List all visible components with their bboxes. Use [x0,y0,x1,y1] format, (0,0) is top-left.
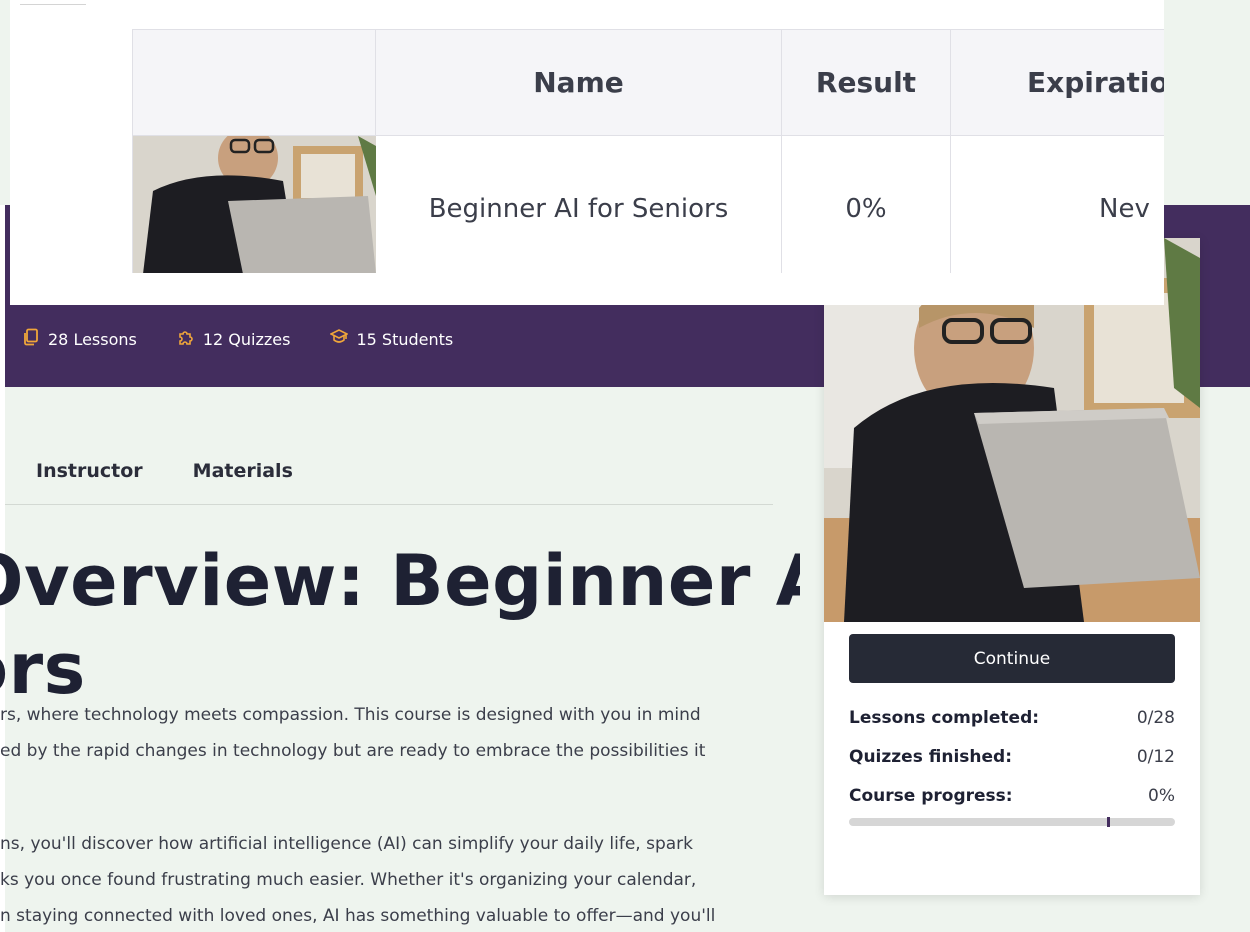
row-result: 0% [781,135,951,273]
overview-title-line-1: Overview: Beginner AI [0,540,800,622]
tab-materials[interactable]: Materials [193,460,293,482]
tabs-divider [5,504,773,505]
graduation-cap-icon [329,328,350,350]
overview-paragraph-1: rs, where technology meets compassion. T… [0,697,790,769]
paragraph-line: ns, you'll discover how artificial intel… [0,834,693,854]
course-thumbnail [132,128,376,273]
quizzes-finished-value: 0/12 [1136,747,1175,767]
lessons-completed-label: Lessons completed: [849,708,1040,728]
progress-marker [1107,817,1110,827]
continue-button[interactable]: Continue [849,634,1175,683]
course-progress-label: Course progress: [849,786,1013,806]
paragraph-line: ks you once found frustrating much easie… [0,870,697,890]
header-expiration: Expiratio [950,29,1164,136]
paragraph-line: ed by the rapid changes in technology bu… [0,741,706,761]
table-row[interactable]: Beginner AI for Seniors 0% Nev [132,128,1164,273]
paragraph-line: rs, where technology meets compassion. T… [0,705,701,725]
row-expiration: Nev [950,135,1164,273]
paragraph-line: n staying connected with loved ones, AI … [0,906,716,926]
popup-top-handle [20,4,86,5]
stat-quizzes: 12 Quizzes [177,328,291,350]
overview-paragraph-2: ns, you'll discover how artificial intel… [0,826,790,932]
stat-quizzes-label: 12 Quizzes [202,329,291,349]
course-tabs: Instructor Materials [36,460,293,482]
course-stats: 28 Lessons 12 Quizzes 15 Students [22,328,493,350]
stat-lessons-label: 28 Lessons [48,329,137,349]
course-progress-value: 0% [1148,786,1175,806]
quizzes-finished-label: Quizzes finished: [849,747,1012,767]
overview-title-line-2: ors [0,628,86,700]
lessons-icon [22,328,40,350]
results-header-row: Name Result Expiratio [132,29,1164,136]
row-name: Beginner AI for Seniors [375,135,782,273]
stat-students-label: 15 Students [356,329,454,349]
lessons-completed-value: 0/28 [1136,708,1175,728]
header-image [132,29,376,136]
quizzes-finished-row: Quizzes finished: 0/12 [849,747,1175,767]
results-table: Name Result Expiratio Beginner AI for Se… [132,29,1164,273]
header-result: Result [781,29,951,136]
course-enrollment-card: Continue Lessons completed: 0/28 Quizzes… [824,238,1200,895]
stat-students: 15 Students [329,328,454,350]
course-progress-bar [849,817,1175,827]
header-name: Name [375,29,782,136]
course-progress-row: Course progress: 0% [849,786,1175,806]
lessons-completed-row: Lessons completed: 0/28 [849,708,1175,728]
stat-lessons: 28 Lessons [22,328,137,350]
course-thumbnail-image [133,128,376,273]
tab-instructor[interactable]: Instructor [36,460,143,482]
quiz-puzzle-icon [177,328,195,350]
overview-title: Overview: Beginner AI ors [0,540,800,700]
